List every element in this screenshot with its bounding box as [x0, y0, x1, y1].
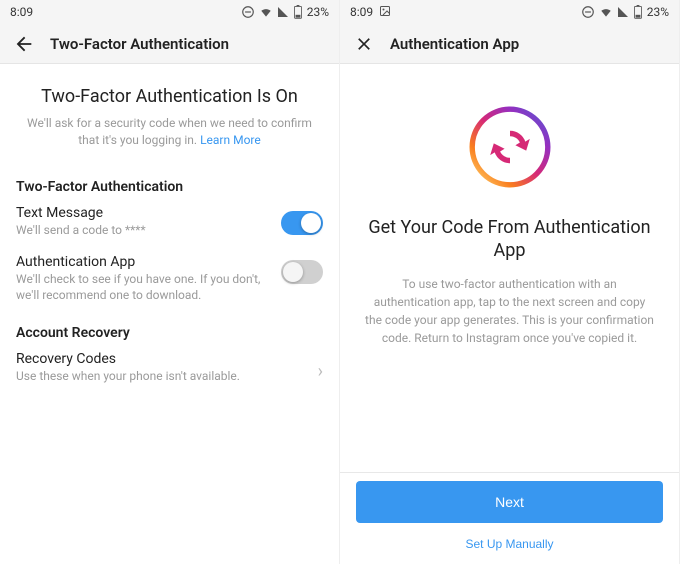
- status-bar: 8:09 23%: [340, 0, 679, 24]
- screen-auth-app: 8:09 23% Authentication App: [340, 0, 680, 564]
- row-auth-app[interactable]: Authentication App We'll check to see if…: [0, 248, 339, 313]
- hero-title: Get Your Code From Authentication App: [364, 216, 655, 263]
- page-title: Authentication App: [390, 35, 519, 53]
- auth-app-toggle[interactable]: [281, 260, 323, 284]
- status-right: 23%: [581, 5, 669, 19]
- sync-icon: [465, 102, 555, 192]
- battery-icon: [633, 5, 643, 19]
- auth-app-label: Authentication App: [16, 254, 273, 270]
- content-area: Two-Factor Authentication Is On We'll as…: [0, 64, 339, 564]
- title-bar: Authentication App: [340, 24, 679, 64]
- chevron-right-icon: ›: [318, 361, 323, 382]
- hero-section: Get Your Code From Authentication App To…: [340, 64, 679, 367]
- next-button[interactable]: Next: [356, 481, 663, 523]
- text-message-label: Text Message: [16, 205, 273, 221]
- status-bar: 8:09 23%: [0, 0, 339, 24]
- section-header-2fa: Two-Factor Authentication: [0, 167, 339, 199]
- recovery-label: Recovery Codes: [16, 351, 310, 367]
- hero-subtitle: We'll ask for a security code when we ne…: [20, 115, 319, 149]
- auth-app-desc: We'll check to see if you have one. If y…: [16, 272, 273, 303]
- signal-icon: [617, 6, 629, 18]
- signal-icon: [277, 6, 289, 18]
- bottom-bar: Next Set Up Manually: [340, 472, 679, 564]
- hero-sub-text: We'll ask for a security code when we ne…: [27, 116, 312, 147]
- title-bar: Two-Factor Authentication: [0, 24, 339, 64]
- wifi-icon: [599, 5, 613, 19]
- section-header-recovery: Account Recovery: [0, 313, 339, 345]
- row-text-message[interactable]: Text Message We'll send a code to ****: [0, 199, 339, 249]
- screen-two-factor: 8:09 23% Two-Factor Authentication Two-F…: [0, 0, 340, 564]
- image-icon: [379, 5, 391, 20]
- wifi-icon: [259, 5, 273, 19]
- hero-desc: To use two-factor authentication with an…: [364, 275, 655, 347]
- status-time: 8:09: [10, 5, 33, 19]
- page-title: Two-Factor Authentication: [50, 35, 229, 53]
- recovery-desc: Use these when your phone isn't availabl…: [16, 369, 310, 385]
- battery-icon: [293, 5, 303, 19]
- status-battery-pct: 23%: [307, 5, 329, 19]
- do-not-disturb-icon: [581, 5, 595, 19]
- learn-more-link[interactable]: Learn More: [200, 133, 261, 147]
- status-time: 8:09: [350, 5, 373, 19]
- text-message-toggle[interactable]: [281, 211, 323, 235]
- row-recovery-codes[interactable]: Recovery Codes Use these when your phone…: [0, 345, 339, 395]
- status-right: 23%: [241, 5, 329, 19]
- hero-title: Two-Factor Authentication Is On: [20, 86, 319, 107]
- text-message-desc: We'll send a code to ****: [16, 223, 273, 239]
- do-not-disturb-icon: [241, 5, 255, 19]
- hero-section: Two-Factor Authentication Is On We'll as…: [0, 64, 339, 167]
- setup-manually-button[interactable]: Set Up Manually: [465, 537, 553, 551]
- back-icon[interactable]: [12, 32, 36, 56]
- close-icon[interactable]: [352, 32, 376, 56]
- status-battery-pct: 23%: [647, 5, 669, 19]
